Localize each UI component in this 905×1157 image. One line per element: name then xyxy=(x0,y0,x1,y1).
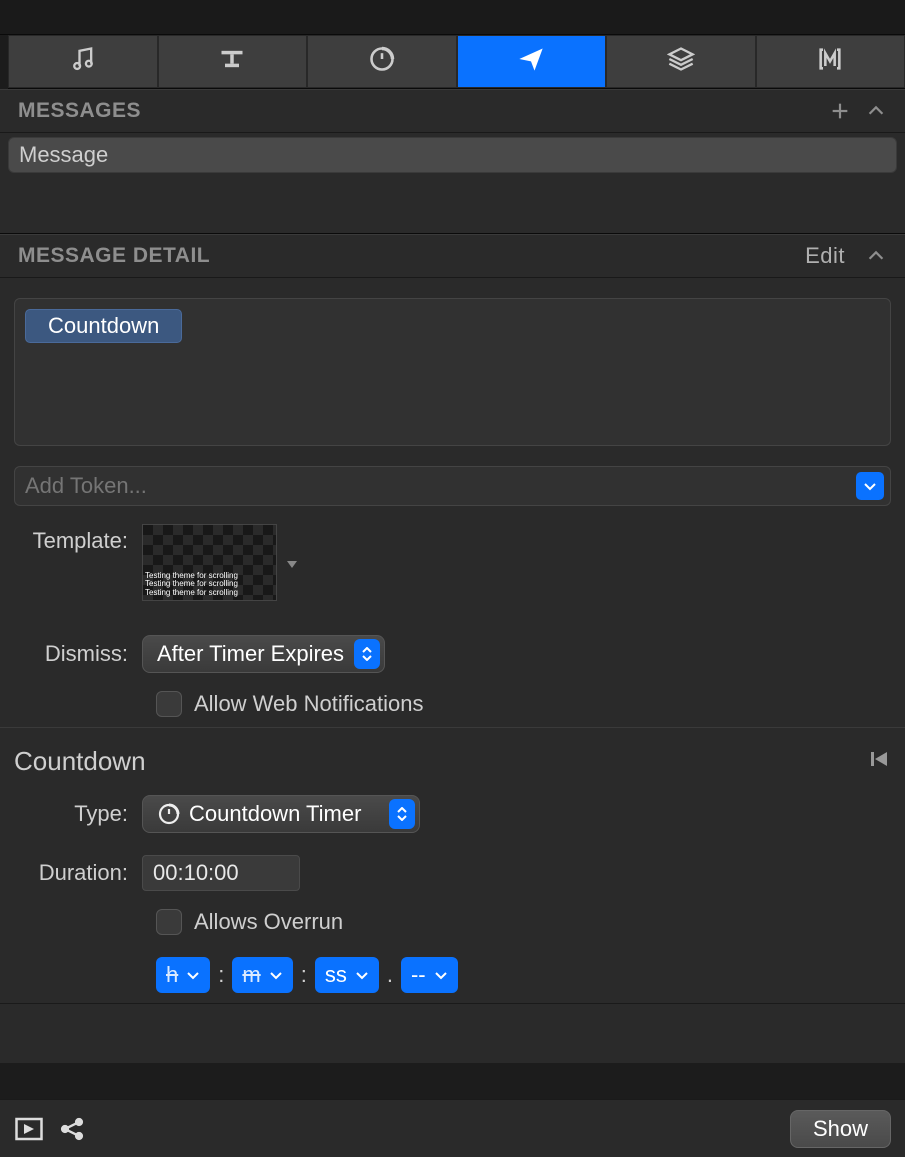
template-label: Template: xyxy=(14,524,142,554)
show-button[interactable]: Show xyxy=(790,1110,891,1148)
format-seconds[interactable]: ss xyxy=(315,957,379,993)
template-row: Template: Testing theme for scrolling Te… xyxy=(14,524,891,601)
collapse-icon[interactable] xyxy=(865,245,887,267)
countdown-title: Countdown xyxy=(14,746,867,777)
message-row-label: Message xyxy=(19,142,108,167)
template-thumbnail[interactable]: Testing theme for scrolling Testing them… xyxy=(142,524,277,601)
message-detail-body: Countdown Template: Testing theme for sc… xyxy=(0,278,905,727)
top-spacer xyxy=(0,0,905,35)
tab-layers[interactable] xyxy=(606,35,756,88)
timer-icon xyxy=(157,802,181,826)
macro-icon xyxy=(816,45,844,79)
add-icon[interactable] xyxy=(829,100,851,122)
share-button[interactable] xyxy=(58,1115,86,1143)
music-icon xyxy=(69,45,97,79)
allows-overrun-label: Allows Overrun xyxy=(194,909,343,935)
message-row[interactable]: Message xyxy=(8,137,897,173)
message-detail-header: MESSAGE DETAIL Edit xyxy=(0,234,905,278)
duration-input[interactable] xyxy=(142,855,300,891)
send-icon xyxy=(517,45,545,79)
add-token-input[interactable] xyxy=(25,473,856,499)
format-subseconds[interactable]: -- xyxy=(401,957,458,993)
countdown-panel: Countdown Type: Countdown Timer Duration… xyxy=(0,727,905,1003)
format-hours[interactable]: h xyxy=(156,957,210,993)
allows-overrun-checkbox[interactable] xyxy=(156,909,182,935)
expand-editor-button[interactable] xyxy=(14,1114,44,1144)
add-token-row xyxy=(14,466,891,506)
type-row: Type: Countdown Timer xyxy=(14,795,891,833)
web-notifications-checkbox[interactable] xyxy=(156,691,182,717)
countdown-header: Countdown xyxy=(14,746,891,777)
up-down-icon xyxy=(389,799,415,829)
type-label: Type: xyxy=(14,801,142,827)
tab-macros[interactable] xyxy=(756,35,905,88)
token-area[interactable]: Countdown xyxy=(14,298,891,446)
tab-audio[interactable] xyxy=(8,35,158,88)
skip-back-icon[interactable] xyxy=(867,747,891,777)
duration-label: Duration: xyxy=(14,860,142,886)
messages-header: MESSAGES xyxy=(0,89,905,133)
tab-bar xyxy=(8,35,905,89)
stage-icon xyxy=(218,45,246,79)
format-minutes[interactable]: m xyxy=(232,957,292,993)
up-down-icon xyxy=(354,639,380,669)
allows-overrun-row: Allows Overrun xyxy=(156,909,891,935)
dismiss-value: After Timer Expires xyxy=(157,641,344,667)
dismiss-select[interactable]: After Timer Expires xyxy=(142,635,385,673)
footer-bar: Show xyxy=(0,1099,905,1157)
web-notifications-row: Allow Web Notifications xyxy=(156,691,891,717)
dismiss-row: Dismiss: After Timer Expires xyxy=(14,635,891,673)
format-row: h : m : ss . -- xyxy=(156,957,891,993)
type-value: Countdown Timer xyxy=(189,801,361,827)
collapse-icon[interactable] xyxy=(865,100,887,122)
token-dropdown-button[interactable] xyxy=(856,472,884,500)
duration-row: Duration: xyxy=(14,855,891,891)
web-notifications-label: Allow Web Notifications xyxy=(194,691,423,717)
tab-messages[interactable] xyxy=(457,35,607,88)
dismiss-label: Dismiss: xyxy=(14,641,142,667)
tab-timer[interactable] xyxy=(307,35,457,88)
layers-icon xyxy=(667,45,695,79)
type-select[interactable]: Countdown Timer xyxy=(142,795,420,833)
messages-list: Message xyxy=(0,133,905,234)
edit-button[interactable]: Edit xyxy=(805,243,845,269)
timer-icon xyxy=(368,45,396,79)
countdown-token-chip[interactable]: Countdown xyxy=(25,309,182,343)
template-dropdown-caret[interactable] xyxy=(285,551,299,575)
tab-stage[interactable] xyxy=(158,35,308,88)
message-detail-header-label: MESSAGE DETAIL xyxy=(18,244,210,268)
messages-header-label: MESSAGES xyxy=(18,99,141,123)
blank-area xyxy=(0,1003,905,1063)
